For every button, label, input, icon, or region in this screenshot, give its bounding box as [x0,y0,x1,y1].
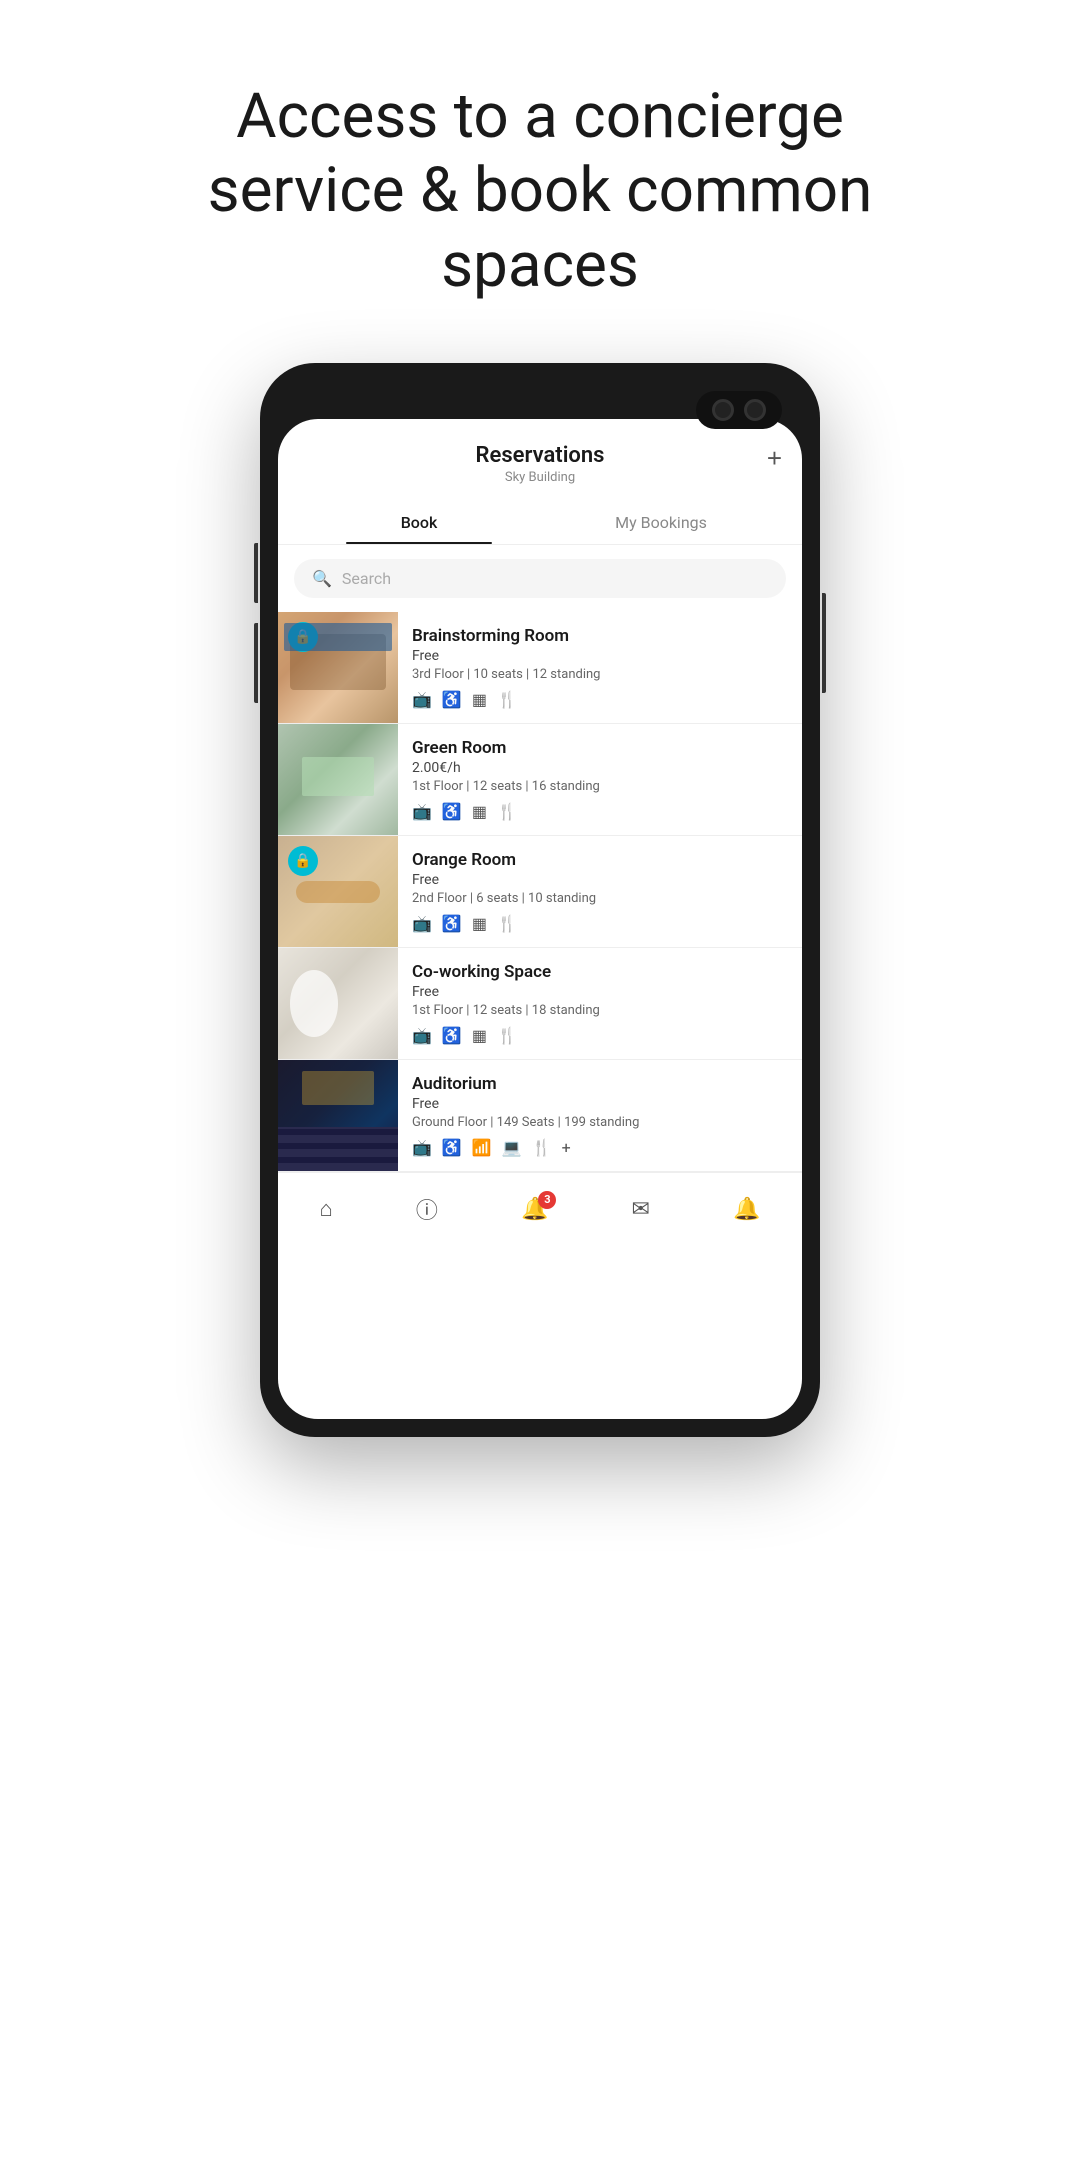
room-item[interactable]: Green Room 2.00€/h 1st Floor | 12 seats … [278,724,802,836]
app-subtitle: Sky Building [298,470,782,485]
room-price: Free [412,872,788,888]
room-thumbnail: 🔒 [278,612,398,723]
tab-my-bookings[interactable]: My Bookings [540,501,782,544]
room-price: Free [412,1096,788,1112]
room-price: Free [412,984,788,1000]
room-item[interactable]: 🔒 Orange Room Free 2nd Floor | 6 seats |… [278,836,802,948]
room-amenities: 📺 ♿ ▦ 🍴 [412,1026,788,1045]
room-info: Orange Room Free 2nd Floor | 6 seats | 1… [398,836,802,947]
catering-icon: 🍴 [497,690,517,709]
volume-up-button [254,543,258,603]
room-details: Ground Floor | 149 Seats | 199 standing [412,1115,788,1130]
room-amenities: 📺 ♿ 📶 💻 🍴 + [412,1138,788,1157]
room-thumbnail [278,724,398,835]
room-thumbnail [278,1060,398,1171]
room-item[interactable]: Auditorium Free Ground Floor | 149 Seats… [278,1060,802,1172]
mail-icon: ✉ [631,1197,649,1222]
hero-title: Access to a concierge service & book com… [90,0,990,363]
room-info: Brainstorming Room Free 3rd Floor | 10 s… [398,612,802,723]
accessibility-icon: ♿ [442,802,462,821]
app-title: Reservations [298,443,782,468]
tab-book[interactable]: Book [298,501,540,544]
room-info: Green Room 2.00€/h 1st Floor | 12 seats … [398,724,802,835]
room-list: 🔒 Brainstorming Room Free 3rd Floor | 10… [278,612,802,1172]
home-icon: ⌂ [320,1196,333,1222]
laptop-icon: 💻 [502,1138,522,1157]
room-details: 1st Floor | 12 seats | 18 standing [412,1003,788,1018]
search-icon: 🔍 [312,569,332,588]
camera-lens-2 [744,399,766,421]
room-price: 2.00€/h [412,760,788,776]
wifi-icon: 📶 [472,1138,492,1157]
add-button[interactable]: + [767,443,782,474]
room-name: Auditorium [412,1074,788,1094]
room-info: Auditorium Free Ground Floor | 149 Seats… [398,1060,802,1171]
app-header: Reservations Sky Building + Book My Book… [278,419,802,545]
room-amenities: 📺 ♿ ▦ 🍴 [412,690,788,709]
search-bar[interactable]: 🔍 Search [294,559,786,598]
nav-alerts[interactable]: 🔔 [721,1193,772,1226]
room-name: Green Room [412,738,788,758]
room-name: Brainstorming Room [412,626,788,646]
screen-icon: 📺 [412,914,432,933]
room-amenities: 📺 ♿ ▦ 🍴 [412,914,788,933]
catering-icon: 🍴 [497,802,517,821]
catering-icon: 🍴 [497,914,517,933]
screen-icon: 📺 [412,1138,432,1157]
tab-bar: Book My Bookings [298,501,782,544]
nav-home[interactable]: ⌂ [308,1192,345,1226]
catering-icon: 🍴 [497,1026,517,1045]
room-details: 2nd Floor | 6 seats | 10 standing [412,891,788,906]
phone-screen: Reservations Sky Building + Book My Book… [278,419,802,1419]
screen-icon: 📺 [412,1026,432,1045]
search-placeholder: Search [342,569,391,588]
room-details: 1st Floor | 12 seats | 16 standing [412,779,788,794]
nav-info[interactable]: ⓘ [404,1189,450,1229]
nav-notifications[interactable]: 🔔 3 [509,1193,560,1226]
catering-icon: 🍴 [532,1138,552,1157]
info-icon: ⓘ [416,1193,438,1225]
room-thumbnail [278,948,398,1059]
room-item[interactable]: Co-working Space Free 1st Floor | 12 sea… [278,948,802,1060]
nav-messages[interactable]: ✉ [619,1193,661,1226]
accessibility-icon: ♿ [442,914,462,933]
room-thumbnail: 🔒 [278,836,398,947]
lock-badge: 🔒 [288,622,318,652]
room-name: Orange Room [412,850,788,870]
notification-badge: 3 [538,1191,556,1209]
phone-frame: Reservations Sky Building + Book My Book… [260,363,820,1437]
room-item[interactable]: 🔒 Brainstorming Room Free 3rd Floor | 10… [278,612,802,724]
screen-icon: 📺 [412,802,432,821]
room-info: Co-working Space Free 1st Floor | 12 sea… [398,948,802,1059]
room-price: Free [412,648,788,664]
accessibility-icon: ♿ [442,1026,462,1045]
table-icon: ▦ [472,802,487,821]
alert-icon: 🔔 [733,1197,760,1222]
camera-lens-1 [712,399,734,421]
accessibility-icon: ♿ [442,690,462,709]
room-amenities: 📺 ♿ ▦ 🍴 [412,802,788,821]
volume-down-button [254,623,258,703]
power-button [822,593,826,693]
more-icon: + [562,1138,571,1157]
accessibility-icon: ♿ [442,1138,462,1157]
table-icon: ▦ [472,690,487,709]
table-icon: ▦ [472,1026,487,1045]
phone-top-bar [278,381,802,411]
room-details: 3rd Floor | 10 seats | 12 standing [412,667,788,682]
search-container: 🔍 Search [278,545,802,612]
screen-icon: 📺 [412,690,432,709]
lock-badge: 🔒 [288,846,318,876]
table-icon: ▦ [472,914,487,933]
room-name: Co-working Space [412,962,788,982]
bottom-nav: ⌂ ⓘ 🔔 3 ✉ 🔔 [278,1172,802,1253]
